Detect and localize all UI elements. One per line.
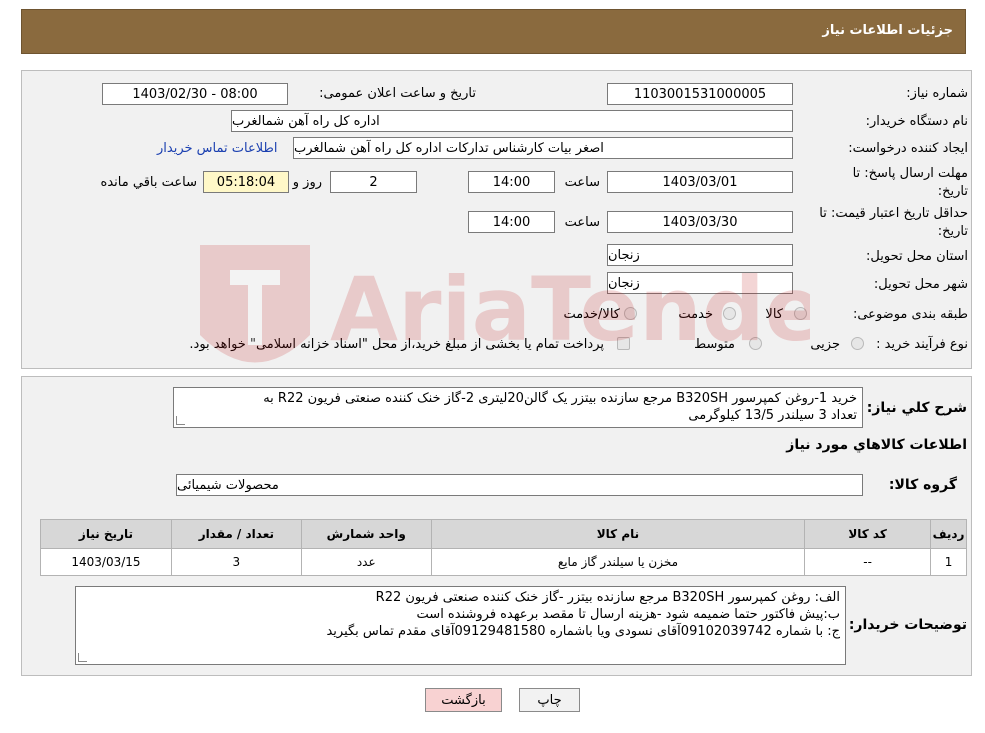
category-service-label: خدمت [678, 307, 713, 322]
deadline-label: مهلت ارسال پاسخ: تا [852, 166, 968, 181]
city-label: شهر محل تحویل: [873, 277, 968, 292]
col-name: نام کالا [430, 519, 806, 549]
cell-row: 1 [930, 548, 967, 576]
validity-time-label: ساعت [564, 215, 600, 230]
col-unit: واحد شمارش [300, 519, 432, 549]
col-date: تاریخ نیاز [40, 519, 172, 549]
validity-label-date: تاریخ: [937, 224, 968, 239]
province-label: استان محل تحویل: [866, 249, 968, 264]
page-title: جزئیات اطلاعات نیاز [822, 23, 953, 38]
col-code: کد کالا [804, 519, 932, 549]
summary-line-2: تعداد 3 سیلندر 13/5 کیلوگرمی [688, 408, 857, 423]
cell-unit: عدد [300, 548, 432, 576]
buyer-notes-line-3: ج: با شماره 09102039742آقای نسودی ویا با… [326, 624, 840, 639]
creator-field: اصغر بیات کارشناس تدارکات اداره کل راه آ… [293, 137, 793, 159]
cell-date: 1403/03/15 [40, 548, 172, 576]
payment-checkbox[interactable] [617, 337, 630, 350]
announce-label: تاریخ و ساعت اعلان عمومی: [319, 86, 476, 101]
summary-label: شرح كلي نياز: [866, 400, 967, 416]
resize-handle-icon[interactable] [78, 653, 87, 662]
col-row: رديف [930, 519, 967, 549]
summary-textarea[interactable]: خرید 1-روغن کمپرسور B320SH مرجع سازنده ب… [173, 387, 863, 428]
validity-time-field: 14:00 [468, 211, 555, 233]
category-both-radio[interactable] [624, 307, 637, 320]
resize-handle-icon[interactable] [176, 416, 185, 425]
buyer-notes-line-2: ب:پیش فاکتور حتما ضمیمه شود -هزینه ارسال… [416, 607, 840, 622]
creator-label: ایجاد کننده درخواست: [848, 141, 968, 156]
buyer-label: نام دستگاه خریدار: [865, 114, 968, 129]
process-medium-radio[interactable] [749, 337, 762, 350]
need-number-label: شماره نیاز: [906, 86, 968, 101]
remaining-time-field: 05:18:04 [203, 171, 289, 193]
category-service-radio[interactable] [723, 307, 736, 320]
category-both-label: کالا/خدمت [563, 307, 620, 322]
buyer-field: اداره کل راه آهن شمالغرب [231, 110, 793, 132]
days-remaining-field: 2 [330, 171, 417, 193]
buyer-notes-textarea[interactable]: الف: روغن کمپرسور B320SH مرجع سازنده بیت… [75, 586, 846, 665]
days-label: روز و [292, 175, 322, 190]
process-partial-label: جزیی [810, 337, 840, 352]
category-goods-label: کالا [765, 307, 783, 322]
print-button[interactable]: چاپ [519, 688, 580, 712]
city-field: زنجان [607, 272, 793, 294]
goods-info-title: اطلاعات كالاهاي مورد نياز [786, 437, 967, 453]
deadline-date-field: 1403/03/01 [607, 171, 793, 193]
deadline-time-field: 14:00 [468, 171, 555, 193]
cell-code: -- [804, 548, 932, 576]
need-number-field: 1103001531000005 [607, 83, 793, 105]
back-button[interactable]: بازگشت [425, 688, 502, 712]
cell-qty: 3 [170, 548, 302, 576]
process-partial-radio[interactable] [851, 337, 864, 350]
table-header-row: رديف کد کالا نام کالا واحد شمارش تعداد /… [40, 519, 967, 549]
process-label: نوع فرآیند خرید : [876, 337, 968, 352]
validity-label: حداقل تاریخ اعتبار قیمت: تا [819, 206, 968, 221]
buyer-contact-link[interactable]: اطلاعات تماس خریدار [157, 141, 277, 156]
buyer-notes-line-1: الف: روغن کمپرسور B320SH مرجع سازنده بیت… [375, 590, 840, 605]
summary-line-1: خرید 1-روغن کمپرسور B320SH مرجع سازنده ب… [263, 391, 857, 406]
deadline-time-label: ساعت [564, 175, 600, 190]
deadline-label-date: تاریخ: [937, 184, 968, 199]
cell-name: مخزن یا سیلندر گاز مایع [430, 548, 806, 576]
remaining-time-label: ساعت باقي مانده [100, 175, 197, 190]
province-field: زنجان [607, 244, 793, 266]
table-row: 1 -- مخزن یا سیلندر گاز مایع عدد 3 1403/… [40, 548, 967, 576]
page-header: جزئیات اطلاعات نیاز [21, 9, 966, 54]
col-qty: تعداد / مقدار [170, 519, 302, 549]
category-label: طبقه بندی موضوعی: [852, 307, 968, 322]
category-goods-radio[interactable] [794, 307, 807, 320]
goods-group-label: گروه کالا: [888, 477, 957, 493]
announce-field: 1403/02/30 - 08:00 [102, 83, 288, 105]
goods-table: رديف کد کالا نام کالا واحد شمارش تعداد /… [40, 519, 967, 576]
buyer-notes-label: توضیحات خریدار: [848, 617, 967, 633]
goods-group-field: محصولات شیمیائی [176, 474, 863, 496]
payment-note: پرداخت تمام یا بخشی از مبلغ خرید،از محل … [189, 337, 604, 352]
validity-date-field: 1403/03/30 [607, 211, 793, 233]
process-medium-label: متوسط [694, 337, 735, 352]
